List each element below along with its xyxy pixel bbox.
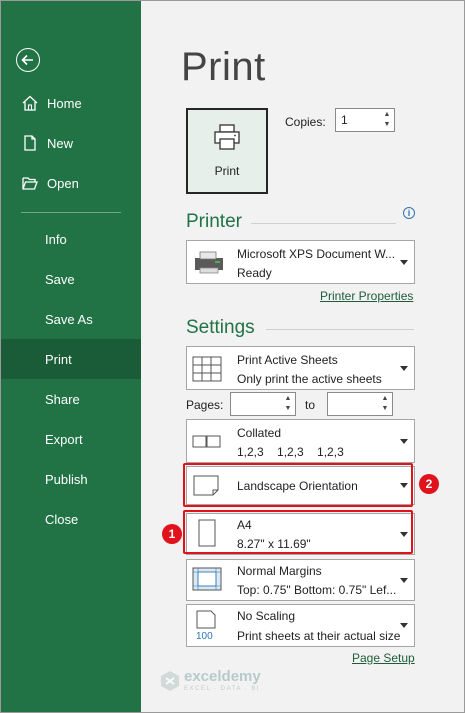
settings-divider — [266, 329, 414, 330]
margins-select[interactable]: Normal Margins Top: 0.75" Bottom: 0.75" … — [186, 559, 415, 601]
sidebar-item-label: Home — [47, 95, 82, 111]
printer-select[interactable]: Microsoft XPS Document W... Ready — [186, 240, 415, 284]
scaling-icon-text: 100 — [196, 631, 213, 642]
new-doc-icon — [21, 134, 39, 152]
print-pane: Print Print Copies: 1 ▲ ▼ Printer i Micro… — [141, 1, 464, 712]
sidebar-item-label: Save As — [45, 311, 93, 327]
folder-open-icon — [21, 174, 39, 192]
back-arrow-icon[interactable] — [16, 48, 40, 72]
page-setup-link[interactable]: Page Setup — [352, 651, 415, 665]
chevron-down-icon — [400, 578, 408, 583]
sheet-grid-icon — [192, 356, 222, 382]
margins-title: Normal Margins — [237, 564, 322, 578]
collation-title: Collated — [237, 426, 282, 440]
scaling-select[interactable]: 100 No Scaling Print sheets at their act… — [186, 604, 415, 647]
watermark-logo: exceldemy EXCEL · DATA · BI — [160, 668, 310, 698]
sidebar-item-share[interactable]: Share — [1, 379, 141, 419]
print-what-desc: Only print the active sheets — [237, 372, 382, 386]
scaling-title: No Scaling — [237, 609, 296, 623]
highlight-orientation — [183, 463, 413, 507]
stepper-arrows-icon[interactable]: ▲ ▼ — [380, 394, 390, 414]
watermark-tagline: EXCEL · DATA · BI — [184, 686, 261, 692]
pages-to-label: to — [305, 398, 316, 412]
sidebar-item-open[interactable]: Open — [1, 163, 141, 203]
backstage-sidebar: Home New Open Info Save Save As Print Sh… — [1, 1, 141, 712]
chevron-down-icon — [400, 260, 408, 265]
home-icon — [21, 94, 39, 112]
sidebar-item-publish[interactable]: Publish — [1, 459, 141, 499]
sidebar-item-home[interactable]: Home — [1, 83, 141, 123]
pages-from-stepper[interactable]: ▲ ▼ — [230, 392, 296, 416]
chevron-down-icon — [400, 439, 408, 444]
collation-select[interactable]: Collated 1,2,3 1,2,3 1,2,3 — [186, 419, 415, 463]
printer-status: Ready — [237, 266, 272, 280]
sidebar-item-save-as[interactable]: Save As — [1, 299, 141, 339]
stepper-arrows-icon[interactable]: ▲ ▼ — [382, 110, 392, 130]
info-icon[interactable]: i — [403, 207, 415, 219]
chevron-down-icon — [400, 366, 408, 371]
sidebar-item-print[interactable]: Print — [1, 339, 141, 379]
watermark-name: exceldemy — [184, 668, 261, 685]
stepper-arrows-icon[interactable]: ▲ ▼ — [283, 394, 293, 414]
annotation-badge-1: 1 — [162, 524, 182, 544]
scaling-desc: Print sheets at their actual size — [237, 629, 401, 643]
printer-divider — [251, 223, 396, 224]
sidebar-item-new[interactable]: New — [1, 123, 141, 163]
sidebar-item-label: Close — [45, 511, 79, 527]
printer-properties-link[interactable]: Printer Properties — [320, 289, 413, 303]
sidebar-item-label: Publish — [45, 471, 88, 487]
collated-icon — [192, 435, 221, 448]
print-button[interactable]: Print — [186, 108, 268, 194]
collation-desc: 1,2,3 1,2,3 1,2,3 — [237, 445, 344, 459]
pages-to-stepper[interactable]: ▲ ▼ — [327, 392, 393, 416]
copies-stepper[interactable]: 1 ▲ ▼ — [335, 108, 395, 132]
exceldemy-logo-icon — [161, 671, 179, 691]
margins-icon — [192, 567, 222, 591]
sidebar-item-label: Info — [45, 231, 67, 247]
page-title: Print — [181, 45, 266, 89]
printer-name: Microsoft XPS Document W... — [237, 247, 396, 261]
sidebar-item-label: Export — [45, 431, 83, 447]
sidebar-item-label: Save — [45, 271, 75, 287]
margins-desc: Top: 0.75" Bottom: 0.75" Lef... — [237, 583, 397, 597]
annotation-badge-2: 2 — [419, 474, 439, 494]
sidebar-item-info[interactable]: Info — [1, 219, 141, 259]
sidebar-divider — [21, 212, 121, 213]
scaling-icon: 100 — [196, 610, 216, 642]
sidebar-item-close[interactable]: Close — [1, 499, 141, 539]
sidebar-item-label: Print — [45, 351, 72, 367]
print-what-select[interactable]: Print Active Sheets Only print the activ… — [186, 346, 415, 390]
printer-icon — [214, 124, 240, 150]
sidebar-item-label: Open — [47, 175, 79, 191]
pages-label: Pages: — [186, 398, 224, 412]
copies-label: Copies: — [285, 115, 326, 129]
sidebar-item-export[interactable]: Export — [1, 419, 141, 459]
settings-heading: Settings — [186, 317, 255, 338]
printer-heading: Printer — [186, 211, 242, 232]
chevron-down-icon — [400, 623, 408, 628]
print-button-label: Print — [214, 164, 240, 178]
sidebar-item-label: New — [47, 135, 74, 151]
printer-device-icon — [195, 251, 223, 274]
sidebar-item-save[interactable]: Save — [1, 259, 141, 299]
print-what-title: Print Active Sheets — [237, 353, 338, 367]
sidebar-item-label: Share — [45, 391, 80, 407]
highlight-paper-size — [183, 510, 413, 554]
copies-value: 1 — [341, 113, 348, 127]
